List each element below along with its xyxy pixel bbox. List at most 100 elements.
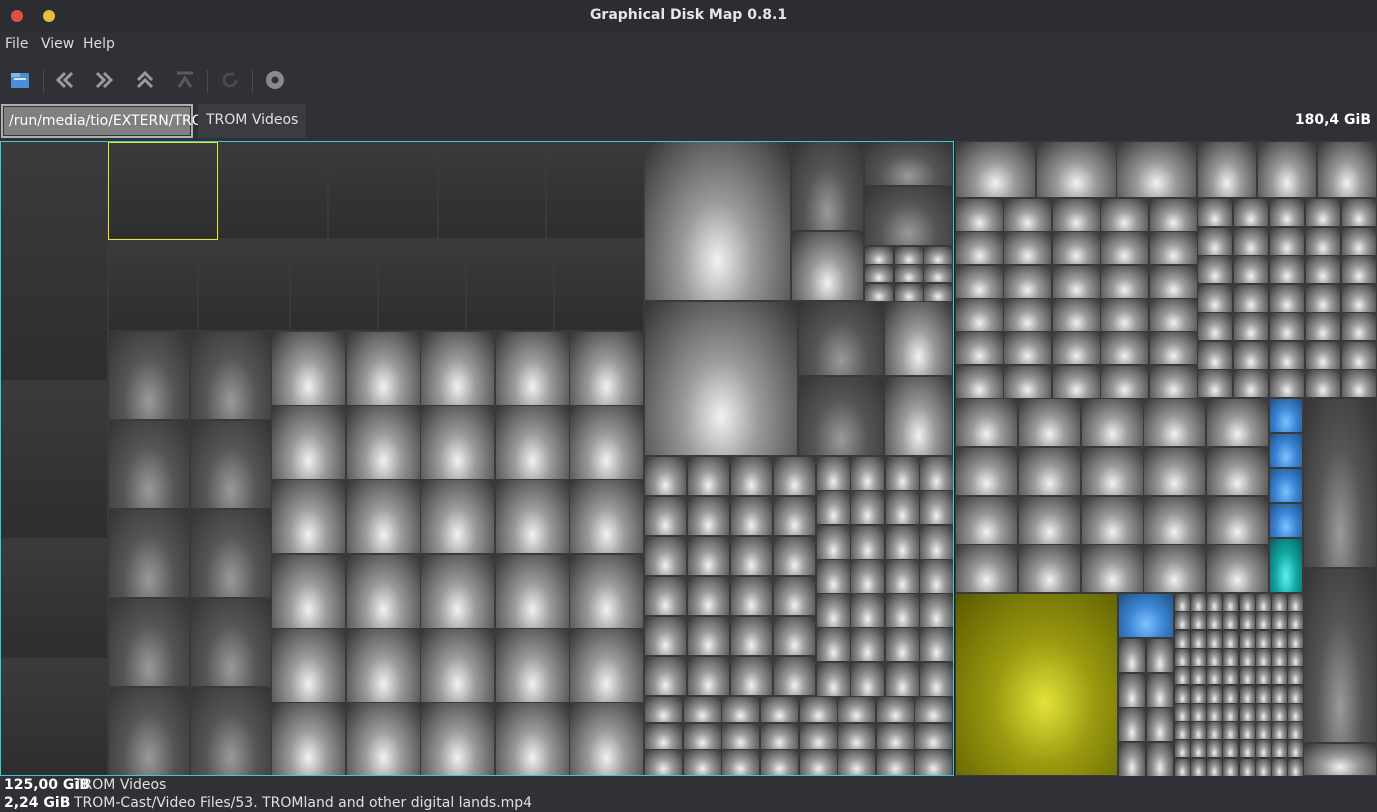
treemap-block[interactable] [955,298,1004,332]
treemap-block[interactable] [1305,312,1341,341]
treemap-block[interactable] [1239,630,1256,649]
disk-map[interactable] [0,141,1377,776]
treemap-block[interactable] [1018,398,1081,447]
treemap-block[interactable] [1143,544,1206,593]
treemap-block[interactable] [850,593,885,628]
treemap-block[interactable] [1233,341,1269,370]
treemap-block[interactable] [466,239,554,331]
treemap-block[interactable] [108,687,190,776]
treemap-block[interactable] [1003,198,1052,232]
treemap-block[interactable] [837,696,876,723]
treemap-block[interactable] [1197,312,1233,341]
treemap-block[interactable] [683,749,722,776]
treemap-block[interactable] [1222,721,1239,740]
treemap-block[interactable] [914,723,953,750]
treemap-block[interactable] [1271,648,1288,667]
treemap-block[interactable] [190,687,272,776]
top-icon[interactable] [171,66,199,94]
treemap-block[interactable] [1206,648,1223,667]
treemap-block[interactable] [799,749,838,776]
path-sub-button[interactable]: TROM Videos [198,104,307,138]
treemap-block[interactable] [1269,284,1305,313]
treemap-block[interactable] [190,331,272,420]
treemap-block[interactable] [271,628,346,703]
treemap-block[interactable] [1197,227,1233,256]
treemap-block[interactable] [1255,685,1272,704]
treemap-block[interactable] [730,616,773,656]
treemap-block[interactable] [1081,398,1144,447]
treemap-block[interactable] [438,141,546,239]
treemap-block[interactable] [816,627,851,662]
treemap-block[interactable] [885,490,920,525]
treemap-block[interactable] [1197,198,1233,227]
treemap-block[interactable] [1269,468,1303,503]
treemap-block[interactable] [1036,141,1117,198]
treemap-block[interactable] [816,662,851,697]
treemap-block[interactable] [1222,648,1239,667]
treemap-block[interactable] [1003,265,1052,299]
treemap-block[interactable] [1052,231,1101,265]
treemap-block[interactable] [644,301,798,456]
treemap-block[interactable] [1149,331,1198,365]
treemap-block[interactable] [1269,433,1303,468]
treemap-block[interactable] [644,656,687,696]
treemap-block[interactable] [1233,284,1269,313]
treemap-block[interactable] [1190,648,1207,667]
treemap-block[interactable] [1317,141,1377,198]
open-icon[interactable] [6,66,34,94]
treemap-block[interactable] [1190,611,1207,630]
treemap-block[interactable] [1118,707,1146,742]
back-icon[interactable] [51,66,79,94]
treemap-block[interactable] [799,723,838,750]
treemap-block[interactable] [644,616,687,656]
treemap-block[interactable] [1206,703,1223,722]
treemap-block[interactable] [864,141,953,186]
treemap-block[interactable] [420,479,495,554]
treemap-block[interactable] [816,559,851,594]
treemap-block[interactable] [1206,630,1223,649]
treemap-block[interactable] [1287,611,1304,630]
treemap-block[interactable] [495,331,570,406]
treemap-block[interactable] [876,749,915,776]
treemap-block[interactable] [1255,758,1272,776]
treemap-block[interactable] [955,544,1018,593]
treemap-block[interactable] [1305,369,1341,398]
treemap-block[interactable] [1190,685,1207,704]
treemap-block[interactable] [0,539,108,659]
treemap-block[interactable] [346,479,421,554]
treemap-block[interactable] [1174,758,1191,776]
treemap-block[interactable] [884,301,953,376]
path-current-button[interactable]: /run/media/tio/EXTERN/TROM [1,104,215,138]
treemap-block[interactable] [569,554,644,629]
treemap-block[interactable] [799,696,838,723]
treemap-block[interactable] [1174,630,1191,649]
menu-view[interactable]: View [41,36,74,52]
treemap-block[interactable] [1146,638,1174,673]
treemap-block[interactable] [1341,255,1377,284]
treemap-block[interactable] [1233,198,1269,227]
treemap-block[interactable] [760,696,799,723]
treemap-block[interactable] [760,723,799,750]
treemap-block[interactable] [884,376,953,456]
treemap-block[interactable] [1287,630,1304,649]
treemap-block[interactable] [816,525,851,560]
treemap-block[interactable] [730,496,773,536]
treemap-block[interactable] [1100,298,1149,332]
treemap-block[interactable] [1233,369,1269,398]
treemap-block[interactable] [346,702,421,776]
treemap-block[interactable] [346,405,421,480]
treemap-block[interactable] [1081,544,1144,593]
treemap-block[interactable] [864,246,894,265]
treemap-block[interactable] [919,456,954,491]
treemap-block[interactable] [1206,447,1269,496]
treemap-block[interactable] [1269,341,1305,370]
treemap-block[interactable] [1081,496,1144,545]
treemap-block[interactable] [1233,312,1269,341]
treemap-block[interactable] [955,447,1018,496]
treemap-block[interactable] [798,301,884,376]
treemap-block[interactable] [1341,198,1377,227]
treemap-block[interactable] [1018,544,1081,593]
treemap-block[interactable] [1255,648,1272,667]
treemap-block[interactable] [1206,739,1223,758]
treemap-block[interactable] [108,598,190,687]
